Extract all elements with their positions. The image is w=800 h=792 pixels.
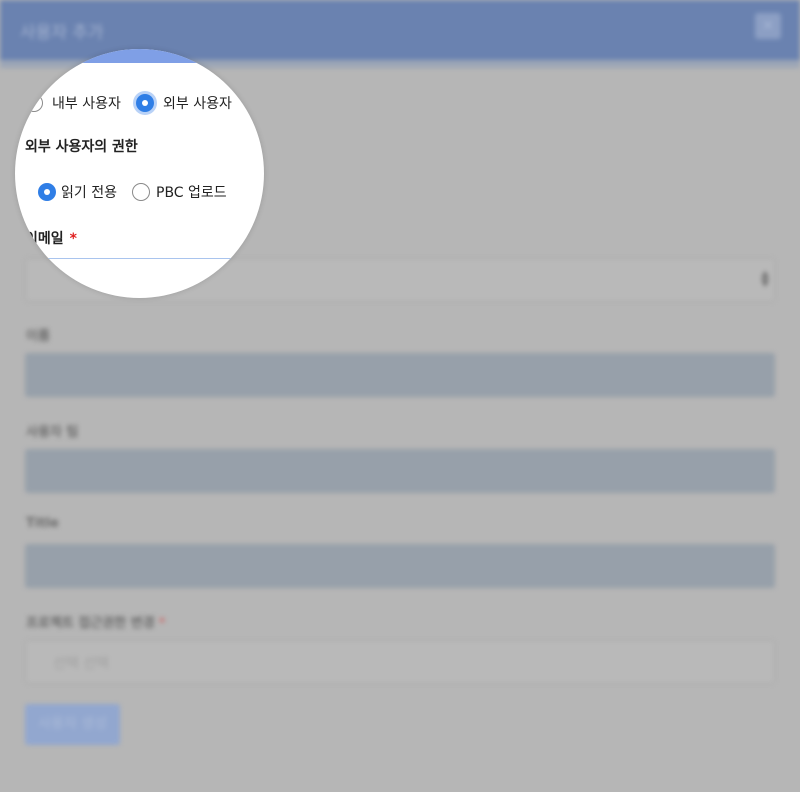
email-label-text: 이메일 [25,231,64,247]
magnifier-lens: 내부 사용자 외부 사용자 외부 사용자의 권한 읽기 전용 PBC 업로드 이… [15,49,264,298]
email-required-mark: * [69,231,77,247]
required-mark: * [158,616,166,631]
project-label-text: 프로젝트 접근권한 변경 [26,616,155,631]
read-only-label: 읽기 전용 [61,185,117,201]
team-label: 사용자 팀 [26,425,79,440]
name-input[interactable] [25,353,775,397]
radio-external-user[interactable] [136,94,154,112]
email-label: 이메일 * [25,228,77,248]
external-user-label: 외부 사용자 [163,96,232,112]
radio-pbc-upload[interactable] [132,183,150,201]
team-input[interactable] [25,449,775,493]
magnified-header [15,49,264,63]
magnified-content: 내부 사용자 외부 사용자 외부 사용자의 권한 읽기 전용 PBC 업로드 이… [15,49,264,298]
project-label: 프로젝트 접근권한 변경 * [26,612,165,631]
internal-user-label: 내부 사용자 [52,96,121,112]
title-label: Title [26,516,59,531]
pbc-upload-label: PBC 업로드 [156,185,227,201]
title-input[interactable] [25,544,775,588]
radio-read-only[interactable] [38,183,56,201]
close-icon[interactable]: ✕ [755,13,781,39]
create-user-button[interactable]: 사용자 생성 [25,704,120,745]
permissions-heading: 외부 사용자의 권한 [25,139,138,155]
magnified-email-input[interactable] [25,258,264,298]
spinner-icon: ▲ ▼ [761,269,769,289]
name-label: 이름 [26,329,50,344]
project-select[interactable]: 선택 선택 [25,640,775,684]
radio-internal-user[interactable] [25,94,43,112]
project-placeholder: 선택 선택 [53,656,109,672]
dialog-title: 사용자 추가 [20,23,104,43]
